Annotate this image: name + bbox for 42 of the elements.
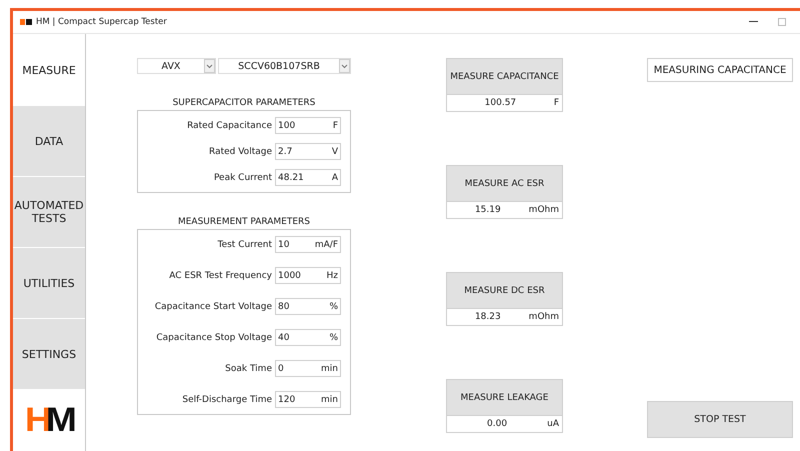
- measure-button[interactable]: MEASURE AC ESR: [446, 165, 563, 202]
- field-label: Rated Capacitance: [187, 120, 272, 130]
- measure-button[interactable]: MEASURE CAPACITANCE: [446, 58, 563, 95]
- result-field: 100.57 F: [446, 95, 563, 112]
- field-label: Soak Time: [225, 364, 272, 374]
- field-label: Capacitance Stop Voltage: [156, 332, 272, 342]
- section-title: SUPERCAPACITOR PARAMETERS: [172, 98, 316, 110]
- result-field: 15.19 mOhm: [446, 202, 563, 219]
- input-field[interactable]: 0 min: [275, 360, 341, 377]
- chevron-icon: [204, 59, 215, 73]
- input-field[interactable]: 120 min: [275, 391, 341, 408]
- result-field: 18.23 mOhm: [446, 309, 563, 326]
- logo-letter: H: [24, 400, 48, 440]
- field-label: Rated Voltage: [209, 146, 272, 156]
- dropdown[interactable]: AVX: [137, 58, 216, 74]
- input-field[interactable]: 48.21 A: [275, 169, 341, 186]
- field-label: AC ESR Test Frequency: [169, 270, 272, 280]
- input-field[interactable]: 1000 Hz: [275, 267, 341, 284]
- stop-button[interactable]: STOP TEST: [647, 401, 793, 438]
- measure-button[interactable]: MEASURE LEAKAGE: [446, 379, 563, 416]
- field-label: Peak Current: [214, 172, 272, 182]
- app-icon: [20, 19, 32, 25]
- sidebar-tab[interactable]: SETTINGS: [13, 318, 85, 389]
- minimize-icon[interactable]: [749, 21, 758, 23]
- chevron-icon: [339, 59, 350, 73]
- status-field: MEASURING CAPACITANCE: [647, 58, 793, 82]
- sidebar-tab[interactable]: AUTOMATED TESTS: [13, 176, 85, 247]
- dropdown[interactable]: SCCV60B107SRB: [218, 58, 351, 74]
- input-field[interactable]: 80 %: [275, 298, 341, 315]
- input-field[interactable]: 2.7 V: [275, 143, 341, 160]
- field-label: Self-Discharge Time: [182, 394, 272, 404]
- input-field[interactable]: 40 %: [275, 329, 341, 346]
- result-field: 0.00 uA: [446, 416, 563, 433]
- input-field[interactable]: 100 F: [275, 117, 341, 134]
- field-label: Capacitance Start Voltage: [154, 302, 272, 312]
- sidebar-tab[interactable]: DATA: [13, 105, 85, 176]
- measure-button[interactable]: MEASURE DC ESR: [446, 272, 563, 309]
- input-field[interactable]: 10 mA/F: [275, 236, 341, 253]
- sidebar-tab[interactable]: UTILITIES: [13, 247, 85, 318]
- window-title: HM | Compact Supercap Tester: [36, 17, 167, 27]
- section-title: MEASUREMENT PARAMETERS: [176, 217, 312, 229]
- field-label: Test Current: [218, 240, 272, 250]
